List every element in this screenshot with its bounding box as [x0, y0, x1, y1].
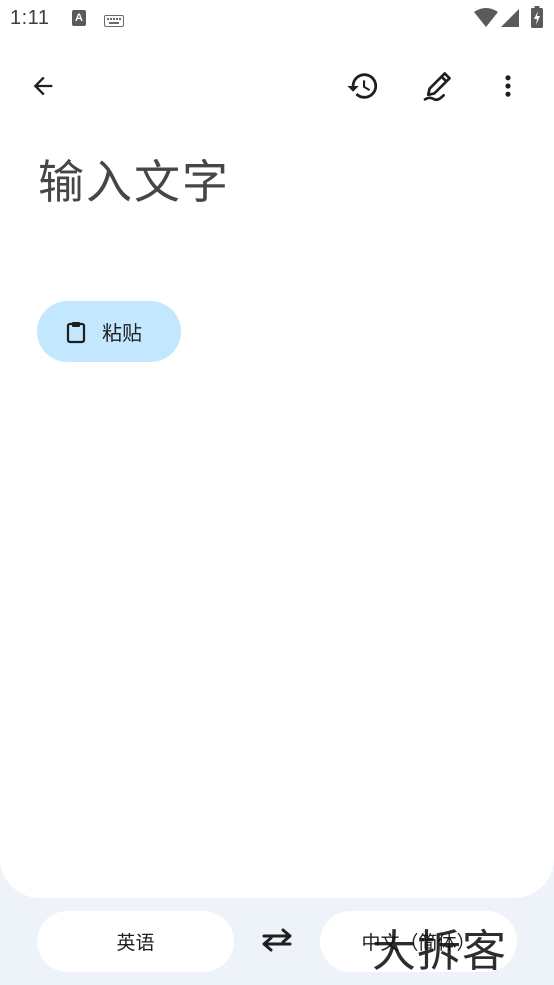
paste-label: 粘贴: [102, 321, 142, 345]
handwriting-button[interactable]: [415, 64, 459, 108]
more-options-button[interactable]: [486, 64, 530, 108]
more-vert-icon: [505, 75, 511, 97]
target-language-button[interactable]: 中文（简体）: [320, 911, 517, 972]
handwriting-icon: [423, 72, 451, 102]
status-time: 1:11: [10, 7, 50, 29]
source-language-label: 英语: [116, 932, 155, 954]
text-a-icon: A: [72, 10, 86, 26]
swap-arrows-icon: [262, 928, 292, 952]
target-language-label: 中文（简体）: [361, 932, 476, 954]
back-button[interactable]: [21, 64, 65, 108]
signal-icon: [500, 8, 520, 32]
translation-input-card: 输入文字 粘贴: [0, 38, 554, 898]
source-language-button[interactable]: 英语: [37, 911, 234, 972]
clipboard-icon: [64, 320, 88, 344]
swap-languages-button[interactable]: [255, 919, 299, 963]
wifi-icon: [474, 8, 498, 32]
paste-button[interactable]: 粘贴: [37, 301, 181, 362]
history-icon: [347, 73, 378, 99]
text-input-placeholder[interactable]: 输入文字: [38, 146, 230, 212]
status-bar: 1:11 A: [0, 0, 554, 38]
keyboard-icon: [104, 12, 124, 31]
history-button[interactable]: [341, 64, 385, 108]
battery-charging-icon: [531, 6, 543, 32]
arrow-back-icon: [33, 76, 53, 96]
